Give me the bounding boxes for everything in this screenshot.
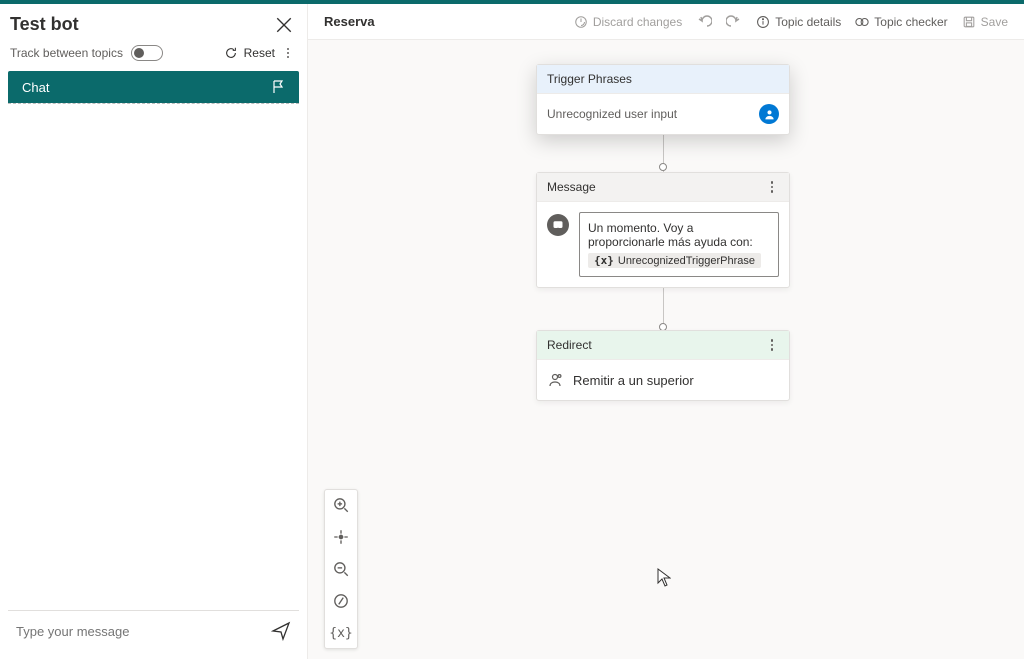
escalate-icon bbox=[547, 372, 563, 388]
variable-chip[interactable]: {x} UnrecognizedTriggerPhrase bbox=[588, 253, 761, 268]
save-button[interactable]: Save bbox=[962, 15, 1008, 29]
canvas-tool-palette: {x} bbox=[324, 489, 358, 649]
flag-icon[interactable] bbox=[271, 79, 287, 95]
user-icon bbox=[759, 104, 779, 124]
checker-icon bbox=[855, 15, 869, 29]
topic-details-label: Topic details bbox=[775, 15, 841, 29]
save-label: Save bbox=[981, 15, 1008, 29]
undo-icon[interactable] bbox=[696, 14, 712, 30]
canvas-toolbar: Reserva Discard changes Topic details bbox=[308, 4, 1024, 40]
message-node[interactable]: Message Un momento. Voy a proporcionarle… bbox=[536, 172, 790, 288]
chat-transcript bbox=[8, 103, 299, 610]
chat-input[interactable] bbox=[16, 624, 261, 639]
trigger-header: Trigger Phrases bbox=[547, 72, 632, 86]
chat-tab-label: Chat bbox=[22, 80, 49, 95]
redirect-text: Remitir a un superior bbox=[573, 373, 694, 388]
bot-icon bbox=[547, 214, 569, 236]
test-bot-panel: Test bot Track between topics Reset bbox=[0, 4, 308, 659]
send-icon[interactable] bbox=[271, 621, 291, 641]
redo-icon[interactable] bbox=[726, 14, 742, 30]
topic-name: Reserva bbox=[324, 14, 375, 29]
chat-input-row bbox=[8, 610, 299, 651]
zoom-out-button[interactable] bbox=[332, 560, 350, 578]
mouse-cursor bbox=[657, 568, 671, 588]
variables-button[interactable]: {x} bbox=[332, 624, 350, 642]
track-topics-toggle[interactable] bbox=[131, 45, 163, 61]
discard-changes-button[interactable]: Discard changes bbox=[574, 15, 682, 29]
discard-label: Discard changes bbox=[593, 15, 682, 29]
message-header: Message bbox=[547, 180, 596, 194]
message-more-button[interactable] bbox=[765, 181, 779, 193]
save-icon bbox=[962, 15, 976, 29]
topic-details-button[interactable]: Topic details bbox=[756, 15, 841, 29]
redirect-header: Redirect bbox=[547, 338, 592, 352]
variable-name: UnrecognizedTriggerPhrase bbox=[618, 255, 755, 267]
message-text-editor[interactable]: Un momento. Voy a proporcionarle más ayu… bbox=[579, 212, 779, 277]
topic-checker-label: Topic checker bbox=[874, 15, 947, 29]
track-topics-label: Track between topics bbox=[10, 46, 123, 60]
discard-icon bbox=[574, 15, 588, 29]
variable-braces-icon: {x} bbox=[594, 254, 614, 267]
reset-icon bbox=[224, 46, 238, 60]
info-icon bbox=[756, 15, 770, 29]
authoring-canvas-wrap: Reserva Discard changes Topic details bbox=[308, 4, 1024, 659]
redirect-more-button[interactable] bbox=[765, 339, 779, 351]
test-bot-title: Test bot bbox=[10, 14, 79, 35]
close-icon[interactable] bbox=[275, 16, 293, 34]
topic-checker-button[interactable]: Topic checker bbox=[855, 15, 947, 29]
zoom-in-button[interactable] bbox=[332, 496, 350, 514]
trigger-text: Unrecognized user input bbox=[547, 107, 677, 121]
test-panel-more-button[interactable] bbox=[281, 48, 295, 58]
chat-tab[interactable]: Chat bbox=[8, 71, 299, 103]
reset-zoom-button[interactable] bbox=[332, 592, 350, 610]
reset-button[interactable]: Reset bbox=[224, 46, 275, 60]
reset-label: Reset bbox=[244, 46, 275, 60]
message-text: Un momento. Voy a proporcionarle más ayu… bbox=[588, 221, 753, 249]
redirect-node[interactable]: Redirect Remitir a un superior bbox=[536, 330, 790, 401]
authoring-canvas[interactable]: Trigger Phrases Unrecognized user input … bbox=[308, 40, 1024, 659]
fit-view-button[interactable] bbox=[332, 528, 350, 546]
add-node-handle[interactable] bbox=[659, 163, 667, 171]
trigger-phrases-node[interactable]: Trigger Phrases Unrecognized user input bbox=[536, 64, 790, 135]
